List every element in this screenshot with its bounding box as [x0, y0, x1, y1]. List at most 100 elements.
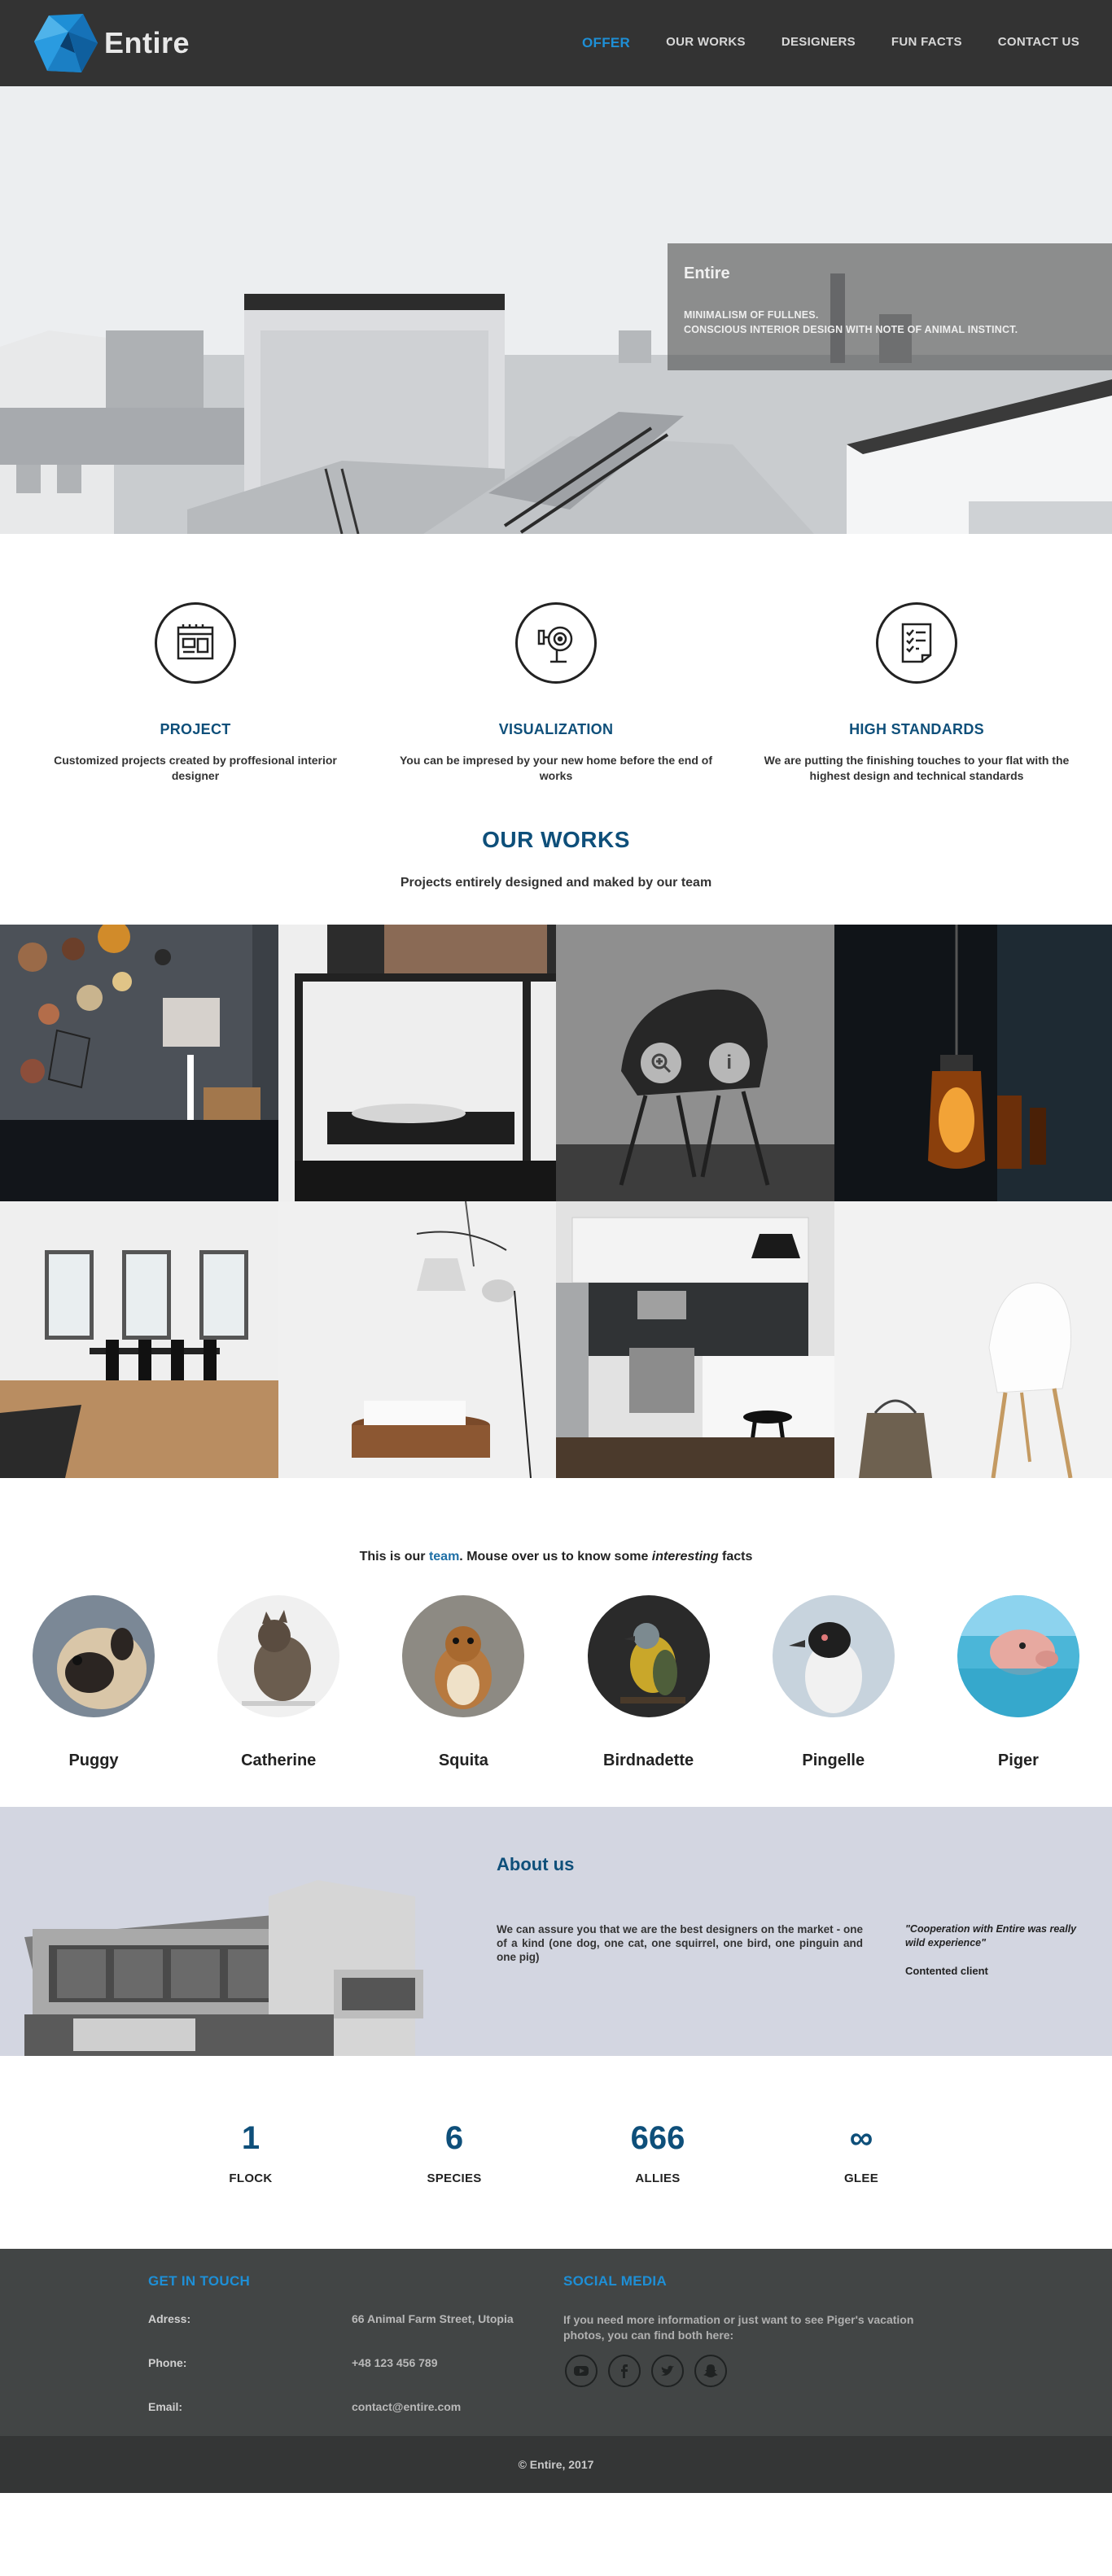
info-icon[interactable]: i: [708, 1043, 750, 1083]
email-value[interactable]: contact@entire.com: [352, 2400, 461, 2413]
member-name: Birdnadette: [603, 1752, 694, 1769]
avatar: [587, 1595, 710, 1717]
fact-label: FLOCK: [229, 2171, 273, 2185]
nav-our-works[interactable]: OUR WORKS: [666, 35, 746, 51]
fun-facts-section: 1 FLOCK 6 SPECIES 666 ALLIES ∞ GLEE: [0, 2056, 1112, 2249]
fact-flock: 1 FLOCK: [149, 2119, 352, 2249]
gallery-tile-wall-plates[interactable]: [0, 925, 278, 1201]
works-subtitle: Projects entirely designed and maked by …: [400, 876, 712, 890]
member-name: Pingelle: [802, 1752, 865, 1769]
address-label: Adress:: [148, 2312, 191, 2325]
nav-fun-facts[interactable]: FUN FACTS: [891, 35, 962, 51]
quote-author: Contented client: [905, 1965, 988, 1977]
site-header: Entire OFFER OUR WORKS DESIGNERS FUN FAC…: [0, 0, 1112, 86]
hero-caption-box: Entire MINIMALISM OF FULLNES. CONSCIOUS …: [668, 243, 1112, 370]
fact-value: 6: [444, 2120, 464, 2156]
fact-value: ∞: [849, 2120, 873, 2156]
team-member-birdnadette[interactable]: Birdnadette: [587, 1595, 710, 1807]
visualization-icon: [515, 602, 597, 684]
gallery-tile-kitchen[interactable]: [556, 1201, 834, 1478]
gallery-tile-stool-lamp[interactable]: [278, 1201, 556, 1478]
about-text: We can assure you that we are the best d…: [497, 1923, 863, 1963]
social-links: [565, 2355, 727, 2387]
feature-text: You can be impresed by your new home bef…: [399, 754, 713, 782]
team-member-pingelle[interactable]: Pingelle: [772, 1595, 895, 1807]
hero-tagline-1: MINIMALISM OF FULLNES.: [684, 309, 819, 321]
member-name: Puggy: [68, 1752, 119, 1769]
team-section: This is our team. Mouse over us to know …: [0, 1550, 1112, 1807]
snapchat-icon[interactable]: [694, 2355, 727, 2387]
team-members: Puggy Catherine Squita Birdnadette Pinge…: [0, 1595, 1112, 1807]
fact-glee: ∞ GLEE: [760, 2119, 963, 2249]
hero-tagline-2: CONSCIOUS INTERIOR DESIGN WITH NOTE OF A…: [684, 324, 1018, 335]
member-name: Piger: [997, 1752, 1039, 1769]
modern-house-image: [24, 1880, 423, 2056]
nav-designers[interactable]: DESIGNERS: [781, 35, 856, 51]
fact-value: 1: [241, 2120, 260, 2156]
fact-value: 666: [630, 2120, 685, 2156]
team-highlight: team: [428, 1550, 460, 1564]
copyright-bar: © Entire, 2017: [0, 2436, 1112, 2493]
gallery-tile-pendant-lamp[interactable]: [834, 925, 1112, 1201]
nav-offer[interactable]: OFFER: [582, 35, 630, 51]
youtube-icon[interactable]: [565, 2355, 598, 2387]
team-member-piger[interactable]: Piger: [957, 1595, 1079, 1807]
fact-label: GLEE: [843, 2171, 879, 2185]
twitter-icon[interactable]: [651, 2355, 684, 2387]
feature-title: VISUALIZATION: [498, 721, 614, 737]
address-value: 66 Animal Farm Street, Utopia: [352, 2312, 514, 2325]
social-text: If you need more information or just wan…: [563, 2313, 914, 2342]
nav-contact-us[interactable]: CONTACT US: [998, 35, 1079, 51]
social-heading: SOCIAL MEDIA: [563, 2273, 668, 2289]
gallery-tile-white-chair[interactable]: [834, 1201, 1112, 1478]
team-member-squita[interactable]: Squita: [402, 1595, 525, 1807]
avatar: [772, 1595, 895, 1717]
info-glyph: i: [726, 1052, 733, 1074]
team-member-puggy[interactable]: Puggy: [33, 1595, 155, 1807]
about-title: About us: [497, 1854, 575, 1874]
phone-value[interactable]: +48 123 456 789: [352, 2356, 438, 2369]
fact-label: ALLIES: [635, 2171, 681, 2185]
fact-allies: 666 ALLIES: [556, 2119, 760, 2249]
avatar: [957, 1595, 1079, 1717]
feature-title: HIGH STANDARDS: [849, 721, 984, 737]
fact-species: 6 SPECIES: [352, 2119, 556, 2249]
zoom-in-icon[interactable]: [640, 1043, 681, 1083]
main-nav: OFFER OUR WORKS DESIGNERS FUN FACTS CONT…: [582, 35, 1079, 51]
contact-heading: GET IN TOUCH: [148, 2273, 251, 2289]
gallery-tile-black-chair[interactable]: i: [556, 925, 834, 1201]
client-quote: "Cooperation with Entire was really wild…: [905, 1923, 1077, 1948]
feature-visualization: VISUALIZATION You can be impresed by you…: [393, 602, 719, 827]
member-name: Squita: [438, 1752, 488, 1769]
feature-text: Customized projects created by proffesio…: [54, 754, 337, 782]
works-section: OUR WORKS Projects entirely designed and…: [0, 827, 1112, 1478]
phone-label: Phone:: [148, 2356, 187, 2369]
footer-contact: GET IN TOUCH Adress: 66 Animal Farm Stre…: [0, 2249, 1112, 2436]
gallery-tile-dining-room[interactable]: [0, 1201, 278, 1478]
feature-high-standards: HIGH STANDARDS We are putting the finish…: [754, 602, 1079, 827]
about-section: About us We can assure you that we are t…: [0, 1807, 1112, 2056]
gallery-tile-record-player[interactable]: [278, 925, 556, 1201]
hero-banner: Entire MINIMALISM OF FULLNES. CONSCIOUS …: [0, 86, 1112, 534]
avatar: [402, 1595, 525, 1717]
team-member-catherine[interactable]: Catherine: [217, 1595, 340, 1807]
works-gallery: i: [0, 925, 1112, 1478]
brand-name: Entire: [104, 26, 190, 59]
copyright-text: © Entire, 2017: [518, 2458, 594, 2471]
logo[interactable]: Entire: [33, 12, 190, 74]
feature-text: We are putting the finishing touches to …: [764, 754, 1070, 782]
avatar: [33, 1595, 155, 1717]
email-label: Email:: [148, 2400, 183, 2413]
blueprint-icon: [155, 602, 236, 684]
feature-title: PROJECT: [160, 721, 231, 737]
member-name: Catherine: [241, 1752, 317, 1769]
works-title: OUR WORKS: [482, 827, 630, 852]
checklist-icon: [876, 602, 957, 684]
avatar: [217, 1595, 340, 1717]
tile-hover-overlay: i: [556, 925, 834, 1201]
feature-project: PROJECT Customized projects created by p…: [33, 602, 358, 827]
team-intro: This is our team. Mouse over us to know …: [359, 1550, 753, 1564]
logo-cube-icon: [34, 14, 98, 72]
hero-title: Entire: [684, 265, 730, 282]
facebook-icon[interactable]: [608, 2355, 641, 2387]
